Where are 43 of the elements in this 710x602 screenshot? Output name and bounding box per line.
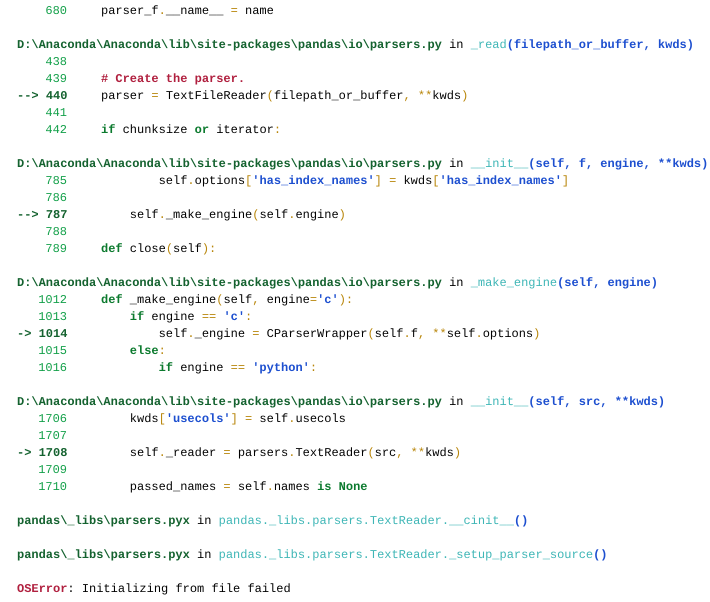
line-number: 1016 [37, 360, 67, 377]
code-line: parser_f.__name__ = name [101, 3, 274, 20]
line-number: 1015 [37, 343, 67, 360]
line-number: -> 1708 [17, 445, 67, 462]
code-line: self._reader = parsers.TextReader(src, **kwds) [128, 445, 462, 462]
code-line: if engine == 'python': [158, 360, 318, 377]
code-line: def _make_engine(self, engine='c'): [101, 292, 354, 309]
error-message: OSError: Initializing from file failed [17, 581, 292, 598]
line-number: 442 [44, 122, 67, 139]
line-number: --> 440 [17, 88, 67, 105]
code-line: parser = TextFileReader(filepath_or_buffer, **kwds) [101, 88, 468, 105]
line-number: 1709 [37, 462, 67, 479]
line-number: 1706 [37, 411, 67, 428]
line-number: 789 [44, 241, 67, 258]
frame-header: pandas\_libs\parsers.pyx in pandas._libs.parsers.TextReader.__cinit__() [17, 513, 530, 530]
code-line: self._engine = CParserWrapper(self.f, **self.options) [158, 326, 540, 343]
line-number: -> 1014 [17, 326, 67, 343]
line-number: 786 [44, 190, 67, 207]
code-line: # Create the parser. [101, 71, 246, 88]
line-number: 439 [44, 71, 67, 88]
line-number: 441 [44, 105, 67, 122]
frame-header: D:\Anaconda\Anaconda\lib\site-packages\pandas\io\parsers.py in _make_engine(self, engine) [17, 275, 659, 292]
code-line: passed_names = self.names is None [128, 479, 368, 496]
line-number: --> 787 [17, 207, 67, 224]
code-line: self._make_engine(self.engine) [128, 207, 346, 224]
code-line: if chunksize or iterator: [101, 122, 282, 139]
line-number: 1710 [37, 479, 67, 496]
line-number: 788 [44, 224, 67, 241]
code-line: def close(self): [101, 241, 216, 258]
frame-header: D:\Anaconda\Anaconda\lib\site-packages\pandas\io\parsers.py in __init__(self, src, **kwds) [17, 394, 666, 411]
code-line: else: [128, 343, 166, 360]
line-number: 1707 [37, 428, 67, 445]
code-line: kwds['usecols'] = self.usecols [128, 411, 346, 428]
frame-header: D:\Anaconda\Anaconda\lib\site-packages\pandas\io\parsers.py in _read(filepath_or_buffer, kwds) [17, 37, 695, 54]
code-line: self.options['has_index_names'] = kwds['has_index_names'] [158, 173, 570, 190]
line-number: 785 [44, 173, 67, 190]
code-line: if engine == 'c': [128, 309, 252, 326]
line-number: 680 [44, 3, 67, 20]
line-number: 1012 [37, 292, 67, 309]
line-number: 438 [44, 54, 67, 71]
frame-header: pandas\_libs\parsers.pyx in pandas._libs.parsers.TextReader._setup_parser_source() [17, 547, 609, 564]
line-number: 1013 [37, 309, 67, 326]
frame-header: D:\Anaconda\Anaconda\lib\site-packages\pandas\io\parsers.py in __init__(self, f, engine, **kwds) [17, 156, 710, 173]
